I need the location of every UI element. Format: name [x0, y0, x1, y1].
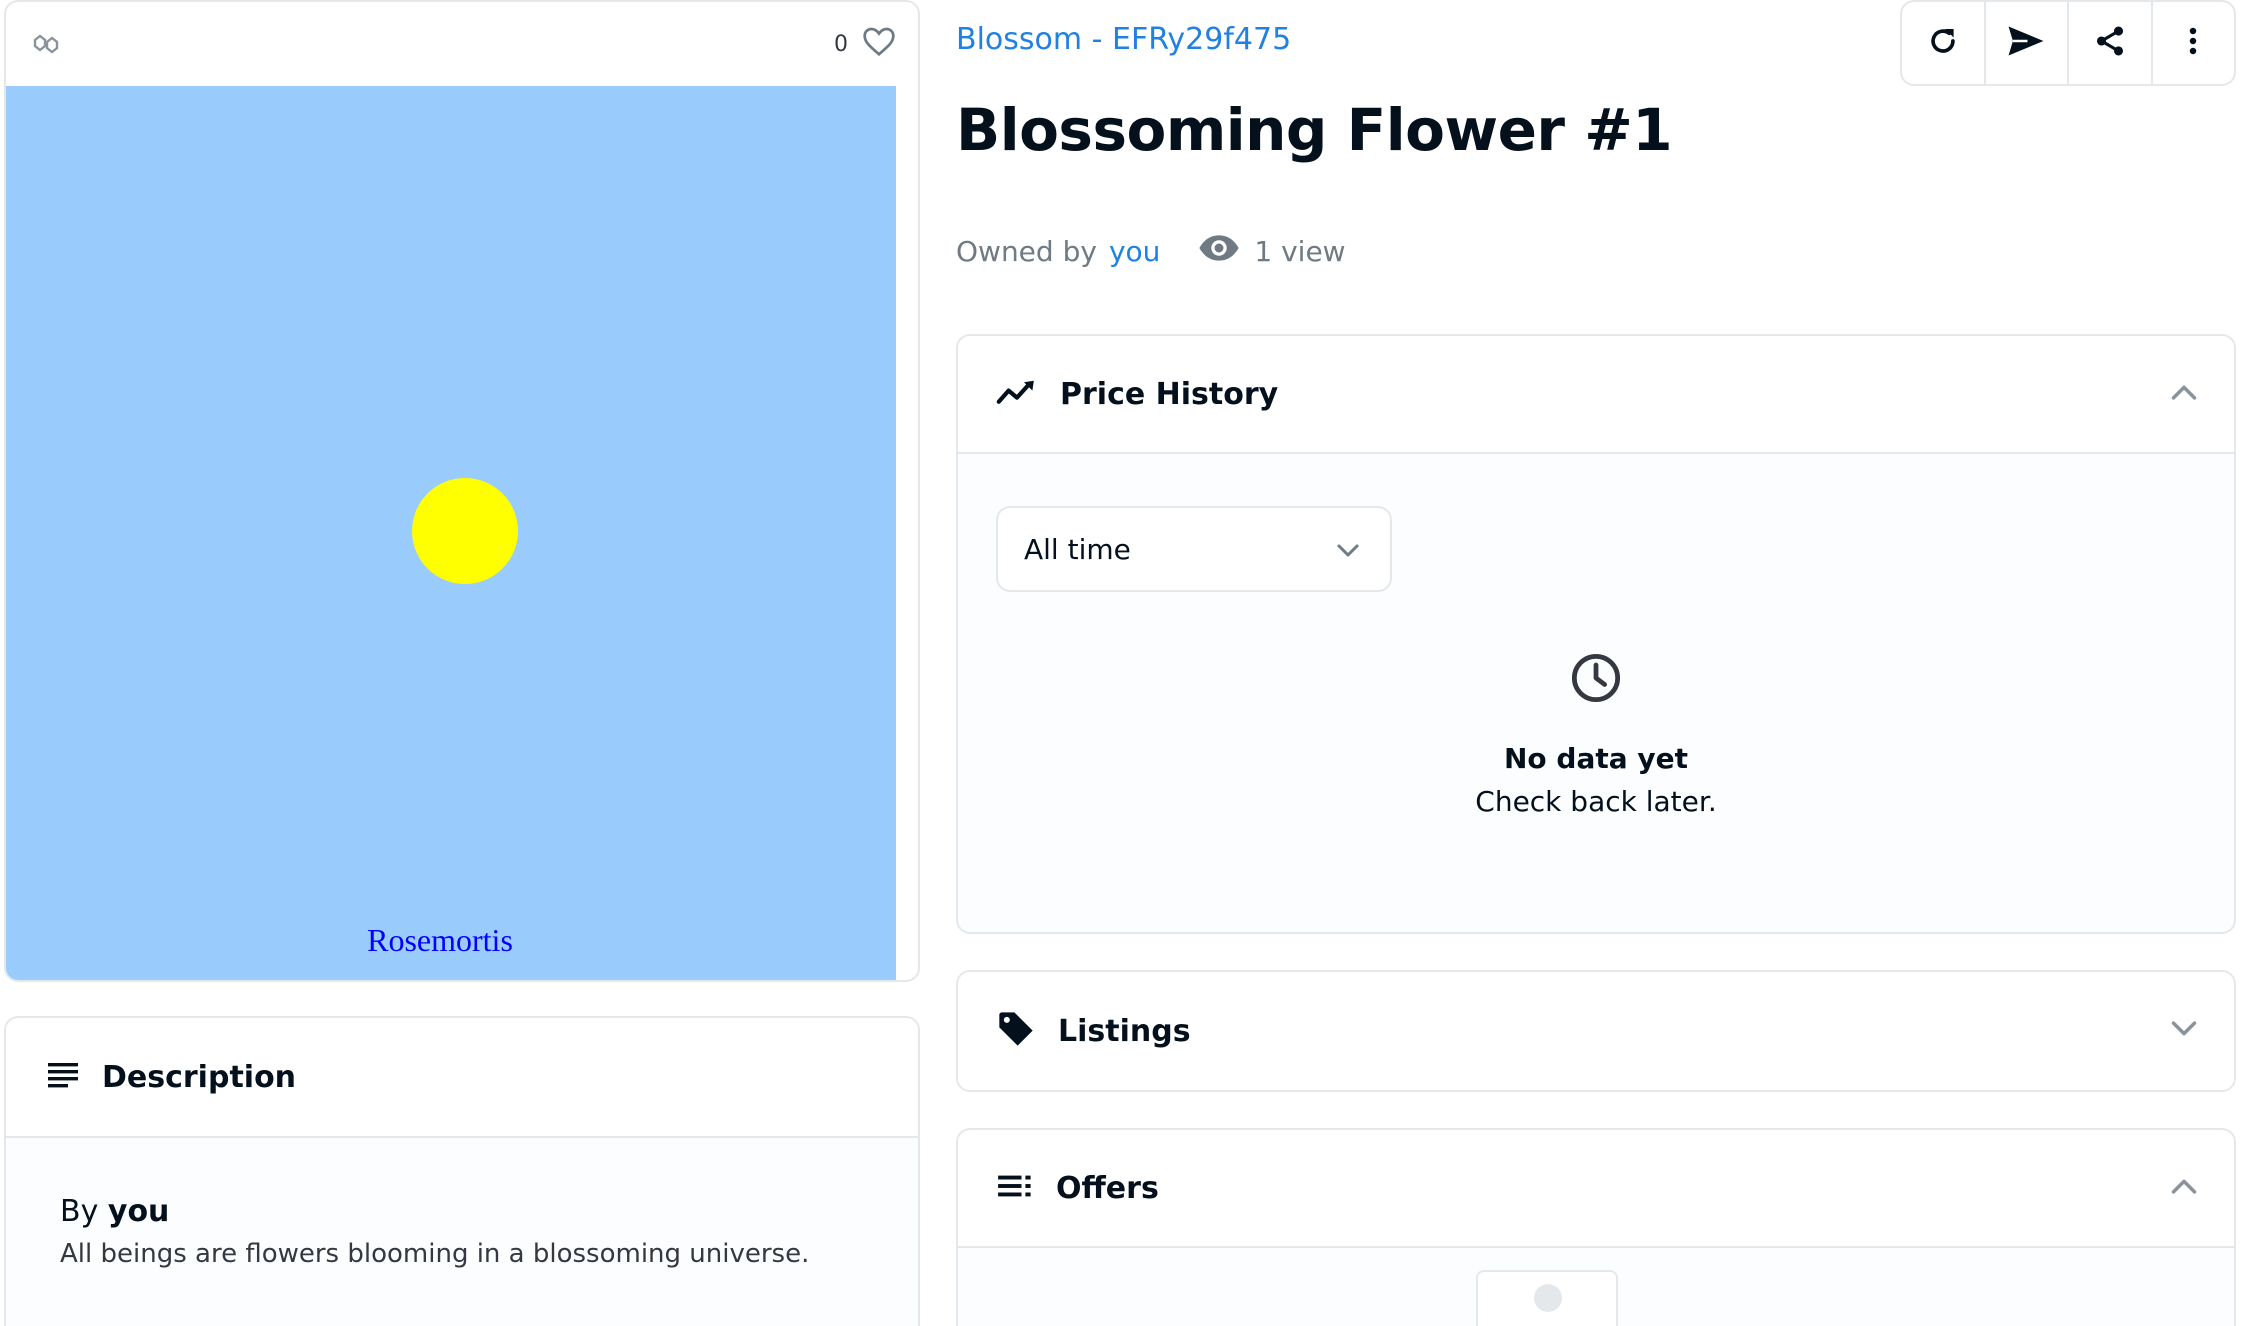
media-header: 0 [6, 2, 918, 86]
favorite-button[interactable]: 0 [834, 27, 896, 61]
share-button[interactable] [2069, 2, 2153, 84]
creator-link[interactable]: you [108, 1194, 170, 1229]
owner-link[interactable]: you [1109, 235, 1160, 268]
clock-icon [1570, 653, 1622, 708]
price-history-header[interactable]: Price History [958, 336, 2234, 454]
description-body: By you All beings are flowers blooming i… [6, 1138, 918, 1269]
artwork-sun [412, 478, 518, 584]
description-panel: Description By you All beings are flower… [4, 1016, 920, 1326]
item-title: Blossoming Flower #1 [956, 96, 1673, 164]
more-options-button[interactable] [2153, 2, 2235, 84]
description-header[interactable]: Description [6, 1018, 918, 1138]
empty-title: No data yet [1503, 742, 1688, 775]
chevron-down-icon[interactable] [2170, 1020, 2198, 1042]
favorite-count: 0 [834, 31, 848, 57]
ownership-row: Owned by you 1 view [956, 234, 1346, 269]
description-icon [46, 1060, 80, 1094]
chevron-up-icon[interactable] [2170, 383, 2198, 405]
media-card: 0 Rosemortis [4, 0, 920, 982]
refresh-button[interactable] [1902, 2, 1986, 84]
polygon-chain-icon[interactable] [28, 25, 66, 63]
chevron-up-icon[interactable] [2170, 1177, 2198, 1199]
view-count: 1 view [1198, 234, 1346, 269]
views-text: 1 view [1254, 235, 1346, 268]
more-vertical-icon [2188, 26, 2198, 60]
owned-by-label: Owned by [956, 235, 1097, 268]
description-title: Description [102, 1059, 297, 1095]
heart-icon [862, 27, 896, 61]
item-toolbar [1900, 0, 2236, 86]
creator-line: By you [60, 1194, 918, 1229]
description-text: All beings are flowers blooming in a blo… [60, 1239, 810, 1269]
creator-prefix: By [60, 1194, 99, 1229]
empty-subtitle: Check back later. [1475, 785, 1717, 818]
listings-header[interactable]: Listings [958, 972, 2234, 1090]
transfer-button[interactable] [1986, 2, 2069, 84]
offers-panel: Offers [956, 1128, 2236, 1326]
price-history-panel: Price History All time No data yet Check… [956, 334, 2236, 934]
artwork-caption: Rosemortis [367, 922, 513, 958]
listings-panel: Listings [956, 970, 2236, 1092]
price-history-title: Price History [1060, 376, 1279, 412]
offers-header[interactable]: Offers [958, 1130, 2234, 1248]
nft-artwork[interactable]: Rosemortis [6, 86, 896, 980]
collection-link[interactable]: Blossom - EFRy29f475 [956, 22, 1291, 57]
chevron-down-icon [1336, 533, 1360, 566]
illustration-dot [1534, 1284, 1562, 1312]
time-range-select[interactable]: All time [996, 506, 1392, 592]
offers-list-icon [996, 1173, 1034, 1203]
offers-title: Offers [1056, 1170, 1159, 1206]
share-icon [2093, 24, 2127, 62]
time-range-value: All time [1024, 532, 1131, 566]
listings-title: Listings [1058, 1013, 1191, 1049]
tag-icon [996, 1009, 1036, 1053]
trending-icon [996, 378, 1038, 410]
eye-icon [1198, 234, 1240, 269]
price-history-empty: No data yet Check back later. [958, 652, 2234, 818]
send-icon [2007, 25, 2045, 61]
refresh-icon [1926, 24, 1960, 62]
empty-offers-illustration [1476, 1270, 1618, 1326]
